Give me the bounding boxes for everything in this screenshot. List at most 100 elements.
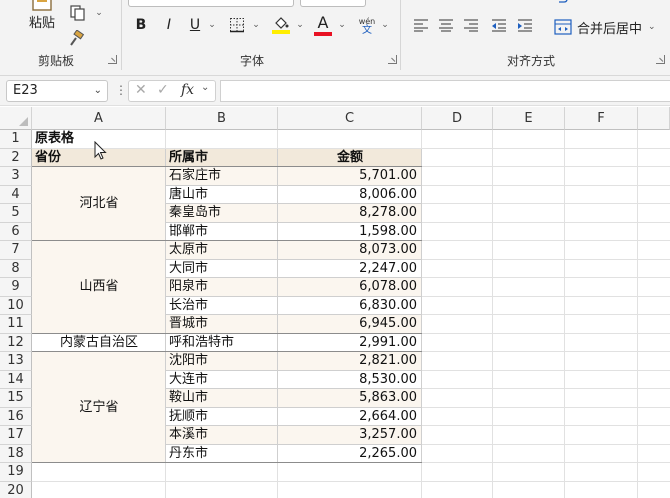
province-cell[interactable]: 辽宁省 — [32, 352, 166, 463]
city-cell[interactable]: 大连市 — [169, 371, 208, 390]
amount-cell[interactable]: 5,863.00 — [278, 389, 417, 408]
wrap-text-button[interactable] — [552, 0, 612, 6]
align-left-button[interactable] — [410, 14, 432, 36]
province-cell[interactable]: 内蒙古自治区 — [32, 334, 166, 353]
copy-button[interactable]: ⌄ — [66, 3, 106, 23]
select-all-corner[interactable] — [0, 107, 32, 130]
worksheet-grid[interactable]: A B C D E F 1 2 3 4 5 6 7 8 9 10 11 12 13 14 15 16 17 18 19 20 原表格… — [0, 107, 670, 498]
chevron-down-icon[interactable]: ⌄ — [201, 82, 209, 93]
city-cell[interactable]: 太原市 — [169, 241, 208, 260]
column-header-a[interactable]: A — [32, 107, 166, 130]
city-cell[interactable]: 鞍山市 — [169, 389, 208, 408]
increase-indent-button[interactable] — [514, 14, 536, 36]
insert-function-icon[interactable]: fx — [181, 82, 194, 98]
city-cell[interactable]: 阳泉市 — [169, 278, 208, 297]
amount-cell[interactable]: 5,701.00 — [278, 167, 417, 186]
row-header-11[interactable]: 11 — [0, 315, 32, 334]
fill-color-button[interactable] — [270, 12, 292, 38]
city-cell[interactable]: 石家庄市 — [169, 167, 221, 186]
confirm-icon[interactable]: ✓ — [157, 82, 169, 98]
font-size-select[interactable] — [300, 0, 366, 7]
paste-button[interactable]: 粘贴 — [22, 0, 62, 32]
province-cell[interactable]: 山西省 — [32, 241, 166, 334]
row-header-1[interactable]: 1 — [0, 130, 32, 149]
row-header-14[interactable]: 14 — [0, 370, 32, 389]
city-cell[interactable]: 呼和浩特市 — [169, 334, 234, 353]
amount-cell[interactable]: 2,247.00 — [278, 260, 417, 279]
row-header-6[interactable]: 6 — [0, 222, 32, 241]
city-cell[interactable]: 抚顺市 — [169, 408, 208, 427]
row-header-18[interactable]: 18 — [0, 444, 32, 463]
phonetic-dropdown[interactable]: ⌄ — [379, 14, 391, 36]
borders-button[interactable] — [226, 14, 248, 36]
city-cell[interactable]: 本溪市 — [169, 426, 208, 445]
amount-cell[interactable]: 6,078.00 — [278, 278, 417, 297]
row-header-3[interactable]: 3 — [0, 167, 32, 186]
row-header-19[interactable]: 19 — [0, 463, 32, 482]
align-right-button[interactable] — [460, 14, 482, 36]
alignment-launcher-icon[interactable] — [656, 55, 665, 64]
row-header-4[interactable]: 4 — [0, 185, 32, 204]
chevron-down-icon[interactable]: ⌄ — [94, 81, 102, 101]
underline-button[interactable]: U — [184, 14, 206, 36]
phonetic-button[interactable]: wén 文 — [356, 14, 378, 38]
column-header-b[interactable]: B — [166, 107, 278, 130]
row-header-8[interactable]: 8 — [0, 259, 32, 278]
city-cell[interactable]: 晋城市 — [169, 315, 208, 334]
fill-color-dropdown[interactable]: ⌄ — [294, 14, 306, 36]
amount-cell[interactable]: 2,991.00 — [278, 334, 417, 353]
amount-cell[interactable]: 2,265.00 — [278, 445, 417, 464]
province-cell[interactable]: 河北省 — [32, 167, 166, 241]
city-cell[interactable]: 大同市 — [169, 260, 208, 279]
amount-cell[interactable]: 2,664.00 — [278, 408, 417, 427]
align-center-button[interactable] — [435, 14, 457, 36]
merge-center-button[interactable]: 合并后居中 ⌄ — [554, 16, 660, 38]
city-cell[interactable]: 邯郸市 — [169, 223, 208, 242]
borders-dropdown[interactable]: ⌄ — [250, 14, 262, 36]
column-header-d[interactable]: D — [422, 107, 493, 130]
name-box[interactable]: E23 ⌄ — [6, 80, 108, 102]
decrease-indent-button[interactable] — [488, 14, 510, 36]
font-color-dropdown[interactable]: ⌄ — [336, 14, 348, 36]
column-header-e[interactable]: E — [493, 107, 565, 130]
row-header-13[interactable]: 13 — [0, 352, 32, 371]
amount-cell[interactable]: 6,945.00 — [278, 315, 417, 334]
row-header-16[interactable]: 16 — [0, 407, 32, 426]
column-header-blank[interactable] — [638, 107, 670, 130]
row-header-20[interactable]: 20 — [0, 481, 32, 498]
format-painter-button[interactable] — [66, 29, 86, 49]
font-name-select[interactable] — [128, 0, 294, 7]
row-header-7[interactable]: 7 — [0, 241, 32, 260]
copy-dropdown-icon[interactable]: ⌄ — [95, 8, 103, 18]
amount-cell[interactable]: 8,073.00 — [278, 241, 417, 260]
row-header-2[interactable]: 2 — [0, 148, 32, 167]
amount-cell[interactable]: 1,598.00 — [278, 223, 417, 242]
font-launcher-icon[interactable] — [388, 55, 397, 64]
amount-cell[interactable]: 8,006.00 — [278, 186, 417, 205]
font-color-button[interactable]: A — [312, 12, 334, 38]
column-header-f[interactable]: F — [565, 107, 638, 130]
row-header-17[interactable]: 17 — [0, 426, 32, 445]
row-header-9[interactable]: 9 — [0, 278, 32, 297]
row-header-12[interactable]: 12 — [0, 333, 32, 352]
column-header-c[interactable]: C — [278, 107, 422, 130]
amount-cell[interactable]: 3,257.00 — [278, 426, 417, 445]
city-cell[interactable]: 秦皇岛市 — [169, 204, 221, 223]
clipboard-launcher-icon[interactable] — [108, 55, 117, 64]
row-header-10[interactable]: 10 — [0, 296, 32, 315]
city-cell[interactable]: 丹东市 — [169, 445, 208, 464]
amount-cell[interactable]: 8,278.00 — [278, 204, 417, 223]
row-header-15[interactable]: 15 — [0, 389, 32, 408]
underline-dropdown[interactable]: ⌄ — [206, 14, 218, 36]
bold-button[interactable]: B — [130, 14, 152, 36]
city-cell[interactable]: 沈阳市 — [169, 352, 208, 371]
formula-input[interactable] — [220, 80, 670, 102]
city-cell[interactable]: 长治市 — [169, 297, 208, 316]
amount-cell[interactable]: 2,821.00 — [278, 352, 417, 371]
italic-button[interactable]: I — [158, 14, 180, 36]
more-options-icon[interactable]: ⋮ — [115, 83, 127, 97]
row-header-5[interactable]: 5 — [0, 204, 32, 223]
city-cell[interactable]: 唐山市 — [169, 186, 208, 205]
amount-cell[interactable]: 8,530.00 — [278, 371, 417, 390]
amount-cell[interactable]: 6,830.00 — [278, 297, 417, 316]
